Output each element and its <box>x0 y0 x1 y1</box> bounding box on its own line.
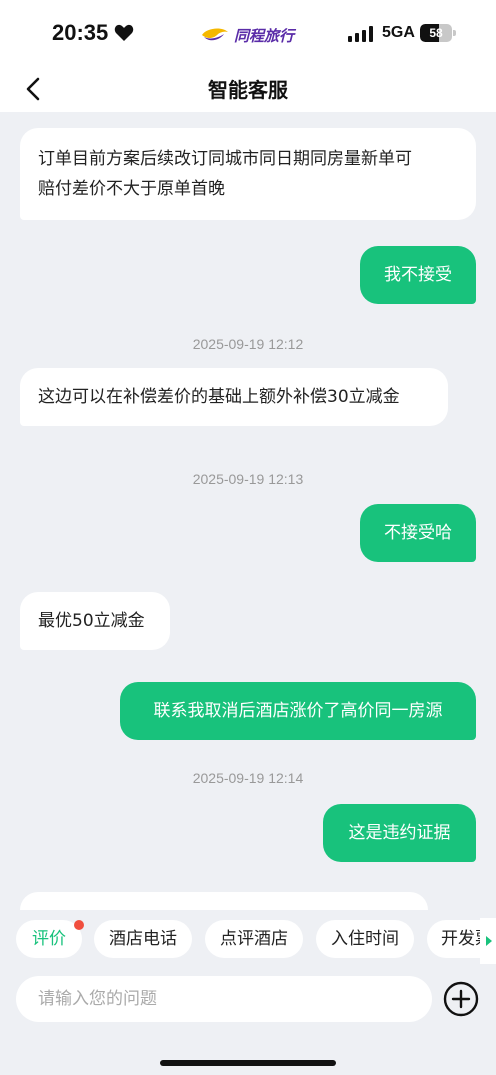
message-text: 我不接受 <box>384 265 452 285</box>
message-text: 最优50立减金 <box>38 611 145 631</box>
message-text: 赔付差价不大于原单首晚 <box>38 179 225 199</box>
brand-name: 同程旅行 <box>234 26 295 45</box>
brand-logo-icon <box>202 28 228 41</box>
quick-reply-bar[interactable]: 评价 酒店电话 点评酒店 入住时间 开发票 <box>0 910 496 972</box>
user-message: 这是违约证据 <box>323 804 476 862</box>
status-bar: 20:35 同程旅行 5GA 58 <box>0 0 496 64</box>
timestamp: 2025-09-19 12:12 <box>192 336 304 352</box>
home-indicator <box>160 1060 336 1066</box>
agent-message: 最优50立减金 <box>20 592 170 650</box>
quick-reply-review-hotel[interactable]: 点评酒店 <box>205 920 303 958</box>
input-bar <box>0 972 496 1075</box>
message-text: 这边可以在补偿差价的基础上额外补偿30立减金 <box>38 387 400 407</box>
message-text: 订单目前方案后续改订同城市同日期同房量新单可 <box>38 149 412 169</box>
notification-dot <box>74 920 84 930</box>
battery-icon: 58 <box>420 24 456 42</box>
heart-icon <box>114 24 134 41</box>
add-button[interactable] <box>442 980 480 1018</box>
agent-message-partial <box>20 892 428 910</box>
battery-level: 58 <box>429 26 443 40</box>
timestamp: 2025-09-19 12:13 <box>192 471 304 487</box>
agent-message: 订单目前方案后续改订同城市同日期同房量新单可 赔付差价不大于原单首晚 <box>20 128 476 220</box>
timestamp: 2025-09-19 12:14 <box>192 770 304 786</box>
message-input[interactable] <box>16 976 432 1022</box>
scroll-right-icon[interactable] <box>480 918 496 964</box>
message-text: 联系我取消后酒店涨价了高价同一房源 <box>153 701 443 721</box>
back-button[interactable] <box>18 74 50 104</box>
agent-message: 这边可以在补偿差价的基础上额外补偿30立减金 <box>20 368 448 426</box>
signal-icon <box>348 26 373 42</box>
chat-area[interactable]: 订单目前方案后续改订同城市同日期同房量新单可 赔付差价不大于原单首晚 我不接受 … <box>0 112 496 910</box>
message-text: 不接受哈 <box>384 523 452 543</box>
quick-reply-hotel-phone[interactable]: 酒店电话 <box>94 920 192 958</box>
quick-reply-checkin-time[interactable]: 入住时间 <box>316 920 414 958</box>
user-message: 联系我取消后酒店涨价了高价同一房源 <box>120 682 476 740</box>
nav-header: 智能客服 <box>0 64 496 112</box>
page-title: 智能客服 <box>208 78 288 102</box>
message-text: 这是违约证据 <box>348 823 451 843</box>
quick-reply-rate[interactable]: 评价 <box>16 920 82 958</box>
user-message: 我不接受 <box>360 246 476 304</box>
user-message: 不接受哈 <box>360 504 476 562</box>
brand: 同程旅行 <box>200 24 294 46</box>
network-label: 5GA <box>382 24 415 41</box>
status-time: 20:35 <box>52 20 109 45</box>
